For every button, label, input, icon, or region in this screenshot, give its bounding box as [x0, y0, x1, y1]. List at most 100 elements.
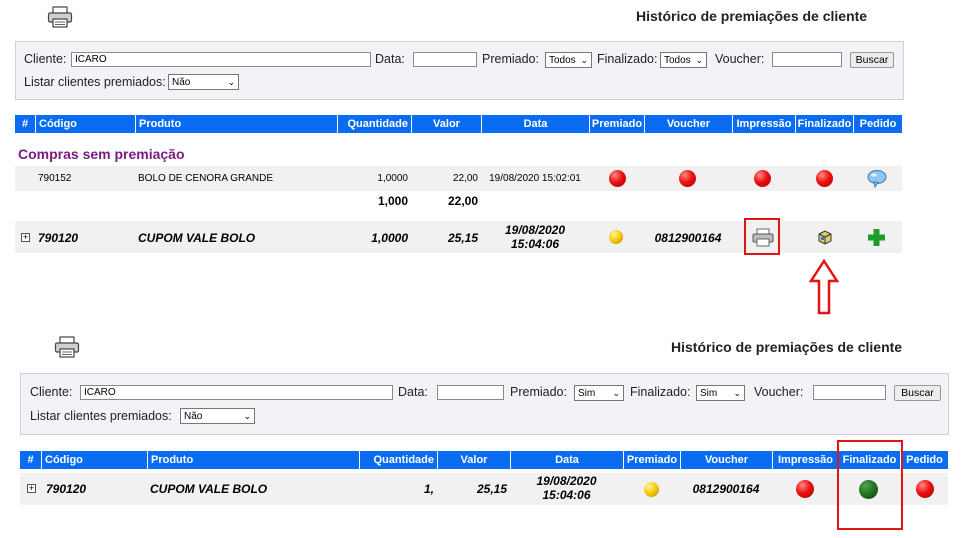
chevron-down-icon: ⌄	[612, 387, 620, 398]
row-data-time: 15:04:06	[510, 237, 560, 251]
chevron-down-icon: ⌄	[243, 410, 251, 421]
header-codigo: Código	[35, 115, 135, 133]
row-data-date: 19/08/2020	[536, 474, 597, 488]
header-data: Data	[481, 115, 589, 133]
chevron-down-icon: ⌄	[580, 54, 588, 65]
premiado-label: Premiado:	[482, 52, 539, 66]
row-produto: CUPOM VALE BOLO	[150, 482, 268, 496]
package-icon[interactable]	[817, 229, 833, 245]
voucher-status-red	[679, 170, 696, 187]
premiado-select-value: Sim	[578, 387, 596, 399]
data-label: Data:	[375, 52, 405, 66]
row-quantidade: 1,0000	[371, 231, 408, 245]
table-row: + 790120 CUPOM VALE BOLO 1, 25,15 19/08/…	[20, 473, 948, 505]
header-impressao: Impressão	[732, 115, 795, 133]
listar-select-value: Não	[172, 76, 191, 88]
table-header: # Código Produto Quantidade Valor Data P…	[20, 451, 948, 469]
header-produto: Produto	[147, 451, 359, 469]
voucher-label: Voucher:	[715, 52, 765, 66]
header-impressao: Impressão	[772, 451, 838, 469]
header-voucher: Voucher	[680, 451, 772, 469]
premiado-status-yellow	[644, 482, 659, 497]
row-produto: CUPOM VALE BOLO	[138, 231, 256, 245]
impressao-status-red	[796, 480, 814, 498]
header-hash: #	[27, 454, 34, 466]
total-valor: 22,00	[447, 194, 478, 208]
row-data-time: 15:04:06	[542, 488, 591, 502]
row-codigo: 790120	[38, 231, 79, 245]
table-header: # Código Produto Quantidade Valor Data P…	[15, 115, 902, 133]
expand-row-button[interactable]: +	[21, 233, 30, 242]
finalizado-status-red	[816, 170, 833, 187]
row-data: 19/08/2020 15:02:01	[489, 173, 581, 184]
header-valor: Valor	[411, 115, 481, 133]
header-pedido: Pedido	[853, 115, 902, 133]
row-valor: 25,15	[447, 231, 478, 245]
header-pedido: Pedido	[900, 451, 948, 469]
filter-panel: Cliente: ICARO Data: Premiado: Sim ⌄ Fina…	[20, 373, 949, 435]
header-finalizado: Finalizado	[795, 115, 853, 133]
finalizado-select-value: Sim	[700, 387, 718, 399]
row-voucher: 0812900164	[654, 231, 722, 245]
cliente-input[interactable]: ICARO	[71, 52, 371, 67]
cliente-label: Cliente:	[24, 52, 67, 66]
highlight-box-impressao	[744, 218, 780, 255]
data-input[interactable]	[437, 385, 504, 400]
premiado-select[interactable]: Sim ⌄	[574, 385, 624, 401]
data-input[interactable]	[413, 52, 477, 67]
header-premiado: Premiado	[589, 115, 644, 133]
print-page-icon[interactable]	[47, 6, 73, 28]
header-quantidade: Quantidade	[359, 451, 437, 469]
buscar-button[interactable]: Buscar	[894, 385, 941, 401]
voucher-input[interactable]	[813, 385, 886, 400]
listar-select[interactable]: Não ⌄	[168, 74, 239, 90]
listar-select-value: Não	[184, 410, 203, 422]
row-valor: 25,15	[476, 482, 507, 496]
row-produto: BOLO DE CENORA GRANDE	[138, 173, 274, 184]
voucher-label: Voucher:	[754, 385, 804, 399]
finalizado-label: Finalizado:	[597, 52, 658, 66]
arrow-up-icon	[809, 259, 839, 315]
finalizado-select-value: Todos	[664, 54, 691, 66]
header-codigo: Código	[41, 451, 147, 469]
page-title: Histórico de premiações de cliente	[636, 8, 868, 24]
green-plus-icon[interactable]	[867, 228, 886, 247]
chevron-down-icon: ⌄	[733, 387, 741, 398]
header-premiado: Premiado	[623, 451, 680, 469]
premiado-status-red	[609, 170, 626, 187]
data-label: Data:	[398, 385, 428, 399]
pedido-status-red	[916, 480, 934, 498]
page-title: Histórico de premiações de cliente	[671, 339, 903, 355]
cliente-input[interactable]: ICARO	[80, 385, 393, 400]
header-voucher: Voucher	[644, 115, 732, 133]
row-voucher: 0812900164	[692, 482, 760, 496]
chevron-down-icon: ⌄	[695, 54, 703, 65]
finalizado-label: Finalizado:	[630, 385, 691, 399]
premiado-select-value: Todos	[549, 54, 576, 66]
highlight-box-finalizado	[837, 440, 903, 530]
cliente-label: Cliente:	[30, 385, 73, 399]
header-produto: Produto	[135, 115, 337, 133]
print-page-icon[interactable]	[54, 336, 80, 358]
voucher-input[interactable]	[772, 52, 842, 67]
header-valor: Valor	[437, 451, 510, 469]
filter-panel: Cliente: ICARO Data: Premiado: Todos ⌄ Fi…	[15, 41, 904, 100]
header-hash: #	[21, 118, 29, 130]
finalizado-select[interactable]: Todos ⌄	[660, 52, 707, 68]
row-codigo: 790152	[38, 173, 72, 184]
listar-label: Listar clientes premiados:	[24, 75, 166, 89]
row-valor: 22,00	[452, 173, 478, 184]
listar-label: Listar clientes premiados:	[30, 409, 172, 423]
listar-select[interactable]: Não ⌄	[180, 408, 255, 424]
expand-row-button[interactable]: +	[27, 484, 36, 493]
speech-bubble-icon[interactable]	[867, 169, 887, 188]
table-row: 790152 BOLO DE CENORA GRANDE 1,0000 22,0…	[15, 166, 902, 191]
impressao-status-red	[754, 170, 771, 187]
row-quantidade: 1,	[423, 482, 434, 496]
buscar-button[interactable]: Buscar	[850, 52, 894, 68]
header-data: Data	[510, 451, 623, 469]
row-quantidade: 1,0000	[377, 173, 408, 184]
premiado-select[interactable]: Todos ⌄	[545, 52, 592, 68]
section-title: Compras sem premiação	[18, 146, 185, 162]
finalizado-select[interactable]: Sim ⌄	[696, 385, 745, 401]
